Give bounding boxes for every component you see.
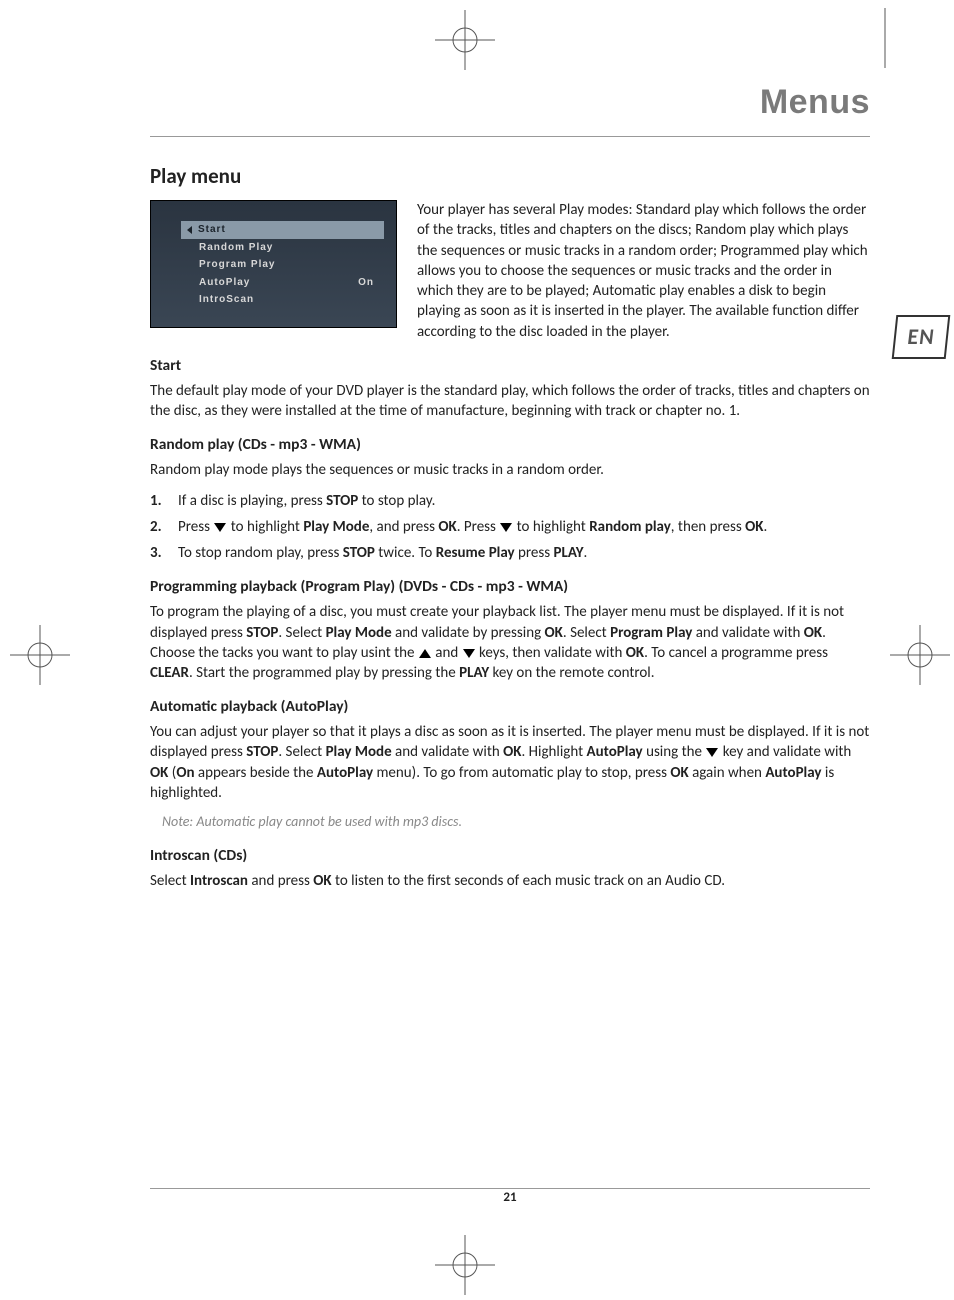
language-tab-text: EN <box>894 315 948 359</box>
random-text: Random play mode plays the sequences or … <box>150 460 870 480</box>
triangle-down-icon <box>214 523 226 532</box>
menu-item-autoplay: AutoPlay On <box>193 274 384 292</box>
introscan-text: Select Introscan and press OK to listen … <box>150 871 870 891</box>
start-text: The default play mode of your DVD player… <box>150 381 870 422</box>
autoplay-heading: Automatic playback (AutoPlay) <box>150 697 870 718</box>
triangle-down-icon <box>500 523 512 532</box>
top-rule <box>150 136 870 137</box>
random-step-1: If a disc is playing, press STOP to stop… <box>150 491 870 511</box>
program-text: To program the playing of a disc, you mu… <box>150 602 870 683</box>
language-tab: EN <box>894 315 948 359</box>
menu-item-introscan: IntroScan <box>193 291 384 309</box>
start-heading: Start <box>150 356 870 377</box>
triangle-down-icon <box>706 748 718 757</box>
chapter-title: Menus <box>150 80 870 126</box>
random-heading: Random play (CDs - mp3 - WMA) <box>150 435 870 456</box>
chevron-left-icon <box>187 226 192 234</box>
introscan-heading: Introscan (CDs) <box>150 846 870 867</box>
menu-item-start: Start <box>181 221 384 239</box>
autoplay-text: You can adjust your player so that it pl… <box>150 722 870 803</box>
triangle-up-icon <box>419 649 431 658</box>
play-menu-screenshot: Start Random Play Program Play AutoPlay … <box>150 200 397 328</box>
autoplay-note: Note: Automatic play cannot be used with… <box>162 813 870 832</box>
section-title: Play menu <box>150 162 870 190</box>
menu-item-program-play: Program Play <box>193 256 384 274</box>
random-step-2: Press to highlight Play Mode, and press … <box>150 517 870 537</box>
page-number: 21 <box>150 1189 870 1207</box>
intro-paragraph: Your player has several Play modes: Stan… <box>417 200 870 342</box>
menu-item-random-play: Random Play <box>193 239 384 257</box>
random-steps: If a disc is playing, press STOP to stop… <box>150 491 870 564</box>
program-heading: Programming playback (Program Play) (DVD… <box>150 577 870 598</box>
triangle-down-icon <box>463 649 475 658</box>
random-step-3: To stop random play, press STOP twice. T… <box>150 543 870 563</box>
